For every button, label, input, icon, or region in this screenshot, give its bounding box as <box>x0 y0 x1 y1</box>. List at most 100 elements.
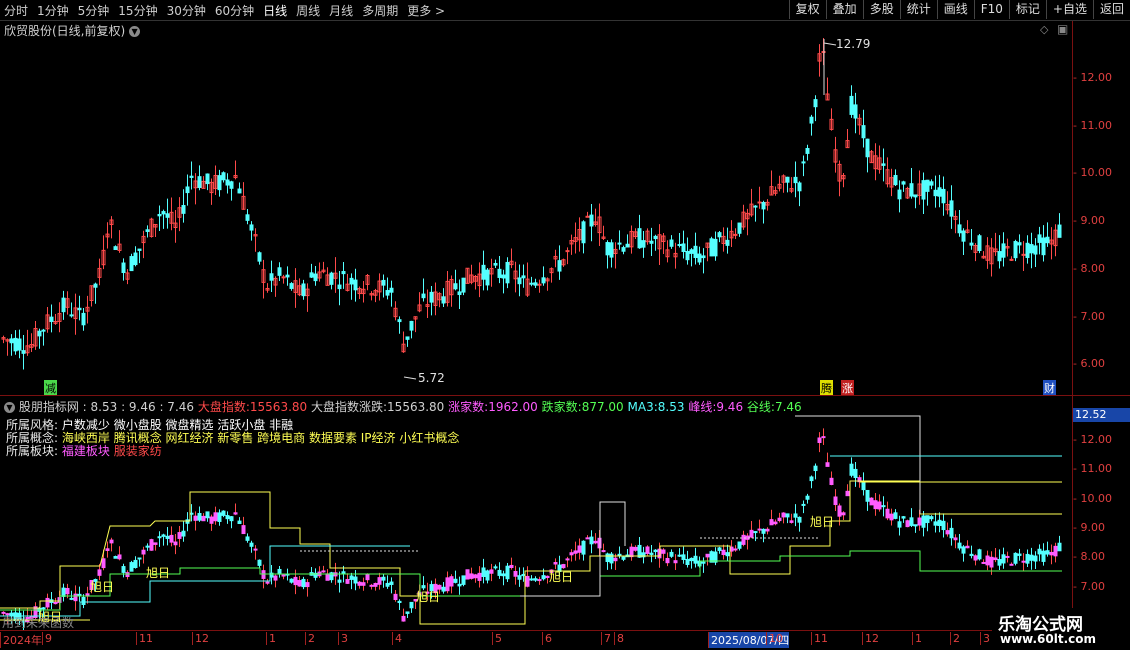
low-arrow <box>403 376 417 380</box>
candle-252 <box>1009 256 1014 261</box>
date-label-0: 2024年 <box>0 632 42 648</box>
candle-216 <box>865 138 870 173</box>
candle-37 <box>149 217 154 238</box>
candle-127 <box>509 248 514 269</box>
marker-jian[interactable]: 减 <box>44 380 57 396</box>
period-tab-7[interactable]: 周线 <box>296 2 320 19</box>
candle-153 <box>613 242 618 269</box>
window-icon[interactable]: ▣ <box>1057 22 1068 36</box>
candle-140 <box>561 258 566 267</box>
candle-96 <box>385 277 390 300</box>
marker-zhang[interactable]: 涨 <box>841 380 854 396</box>
toolbar-button-7[interactable]: +自选 <box>1045 0 1093 19</box>
period-tab-9[interactable]: 多周期 <box>362 2 398 19</box>
zhang-label: 涨家数: <box>448 400 489 414</box>
zhangdie-value: 15563.80 <box>387 400 445 414</box>
candle-167 <box>669 235 674 249</box>
candle-189 <box>757 186 762 209</box>
toolbar-button-2[interactable]: 多股 <box>862 0 900 19</box>
ind-candle-244 <box>977 548 982 561</box>
candle-234 <box>937 174 942 208</box>
ind-candle-250 <box>1001 547 1006 569</box>
candle-246 <box>985 237 990 269</box>
candle-217 <box>869 149 874 164</box>
candle-131 <box>525 262 530 297</box>
candle-87 <box>349 273 354 300</box>
ind-candle-259 <box>1037 544 1042 562</box>
ind-candle-71 <box>285 568 290 581</box>
chevron-down-icon[interactable]: ▼ <box>129 26 141 37</box>
period-tab-3[interactable]: 15分钟 <box>118 2 157 19</box>
period-tab-10[interactable]: 更多 > <box>407 2 445 19</box>
period-tab-2[interactable]: 5分钟 <box>78 2 110 19</box>
candle-108 <box>433 282 438 316</box>
candle-238 <box>953 210 958 234</box>
candle-210 <box>841 172 846 188</box>
toolbar-button-6[interactable]: 标记 <box>1008 0 1046 19</box>
period-tab-4[interactable]: 30分钟 <box>167 2 206 19</box>
toolbar-button-1[interactable]: 叠加 <box>825 0 863 19</box>
ind-candle-197 <box>789 513 794 524</box>
ind-tick-0: - 12.00 <box>1073 433 1112 446</box>
candle-190 <box>761 200 766 224</box>
ind-candle-232 <box>929 515 934 522</box>
toolbar-button-8[interactable]: 返回 <box>1092 0 1130 19</box>
marker-cai[interactable]: 财 <box>1043 380 1056 396</box>
ind-candle-65 <box>261 564 266 589</box>
price-tick-5: - 7.00 <box>1073 309 1105 323</box>
candle-78 <box>313 265 318 286</box>
ind-tick-2: - 10.00 <box>1073 491 1112 505</box>
kline-panel[interactable]: 欣贸股份(日线,前复权) ▼ ◇ ▣ 12.79 5.72 减 腾 涨 财 <box>0 21 1072 396</box>
chevron-down-icon[interactable]: ▼ <box>4 402 15 413</box>
candle-123 <box>493 259 498 269</box>
candle-176 <box>705 242 710 262</box>
marker-teng[interactable]: 腾 <box>820 380 833 396</box>
candle-256 <box>1025 235 1030 264</box>
ind-candle-243 <box>973 554 978 566</box>
ind-candle-223 <box>893 509 898 520</box>
period-tab-1[interactable]: 1分钟 <box>37 2 69 19</box>
candle-64 <box>257 251 262 265</box>
candle-21 <box>85 295 90 324</box>
candle-181 <box>725 227 730 254</box>
ind-candle-29 <box>117 546 122 561</box>
candle-62 <box>249 221 254 241</box>
price-tick-4: - 8.00 <box>1073 261 1105 275</box>
ind-candle-144 <box>577 538 582 560</box>
period-tab-0[interactable]: 分时 <box>4 2 28 19</box>
period-tab-8[interactable]: 月线 <box>329 2 353 19</box>
candle-251 <box>1005 238 1010 257</box>
ind-candle-53 <box>213 506 218 525</box>
candle-54 <box>217 169 222 197</box>
indicator-panel[interactable]: ▼ 股朋指标网 : 8.53 : 9.46 : 7.46 大盘指数:15563.… <box>0 396 1072 630</box>
period-tab-5[interactable]: 60分钟 <box>215 2 254 19</box>
ind-candle-31 <box>125 570 130 580</box>
feng-line <box>0 480 1062 625</box>
toolbar-button-5[interactable]: F10 <box>973 0 1009 19</box>
ind-candle-59 <box>237 517 242 524</box>
ind-candle-178 <box>713 547 718 566</box>
ind-candle-240 <box>961 545 966 562</box>
ind-candle-188 <box>753 530 758 542</box>
toolbar-button-3[interactable]: 统计 <box>899 0 937 19</box>
ind-candle-206 <box>825 452 830 467</box>
candle-182 <box>729 220 734 247</box>
ind-candle-154 <box>617 546 622 559</box>
candle-221 <box>885 157 890 188</box>
candle-48 <box>193 173 198 205</box>
candle-23 <box>93 282 98 304</box>
ind-candle-128 <box>513 565 518 585</box>
toolbar-button-0[interactable]: 复权 <box>788 0 826 19</box>
candle-223 <box>893 169 898 187</box>
ind-candle-62 <box>249 540 254 553</box>
candle-168 <box>673 242 678 269</box>
diamond-icon[interactable]: ◇ <box>1040 23 1048 36</box>
ind-candle-216 <box>865 489 870 511</box>
die-value: 877.00 <box>581 400 624 414</box>
ind-candle-75 <box>301 576 306 590</box>
period-tab-6[interactable]: 日线 <box>263 2 287 19</box>
toolbar-button-4[interactable]: 画线 <box>936 0 974 19</box>
candle-111 <box>445 271 450 307</box>
candle-6 <box>25 329 30 356</box>
ind-candle-89 <box>357 580 362 589</box>
